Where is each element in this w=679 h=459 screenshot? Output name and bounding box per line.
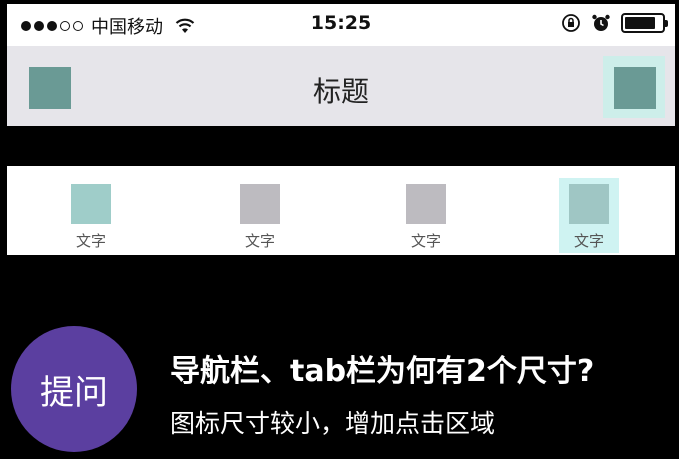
battery-icon: [621, 13, 668, 33]
tab-placeholder-icon: [569, 184, 609, 224]
tab-bar: 文字 文字 文字 文字: [7, 166, 675, 255]
tab-item-2[interactable]: 文字: [216, 166, 306, 255]
rotation-lock-icon: [562, 14, 580, 32]
tab-item-4[interactable]: 文字: [545, 166, 635, 255]
tab-label: 文字: [410, 232, 441, 250]
battery-level-fill: [625, 17, 655, 29]
tab-placeholder-icon: [406, 184, 446, 224]
tab-label: 文字: [244, 232, 275, 250]
tab-placeholder-icon: [240, 184, 280, 224]
status-bar: 中国移动 15:25: [7, 4, 675, 46]
alarm-clock-icon: [592, 14, 610, 31]
phone-mockup: 中国移动 15:25 标题 文字 文字 文字 文字: [7, 4, 675, 255]
nav-title: 标题: [312, 75, 369, 108]
navigation-bar: 标题: [7, 46, 675, 126]
caption-subline: 图标尺寸较小，增加点击区域: [170, 409, 496, 438]
tab-item-1[interactable]: 文字: [47, 166, 137, 255]
tab-item-3[interactable]: 文字: [382, 166, 472, 255]
tab-label: 文字: [75, 232, 106, 250]
tab-label: 文字: [573, 232, 604, 250]
nav-right-placeholder-icon[interactable]: [614, 67, 656, 109]
tab-placeholder-icon: [71, 184, 111, 224]
question-badge: 提问: [11, 326, 137, 452]
status-bar-right: [561, 13, 668, 33]
caption-headline: 导航栏、tab栏为何有2个尺寸?: [170, 354, 595, 389]
